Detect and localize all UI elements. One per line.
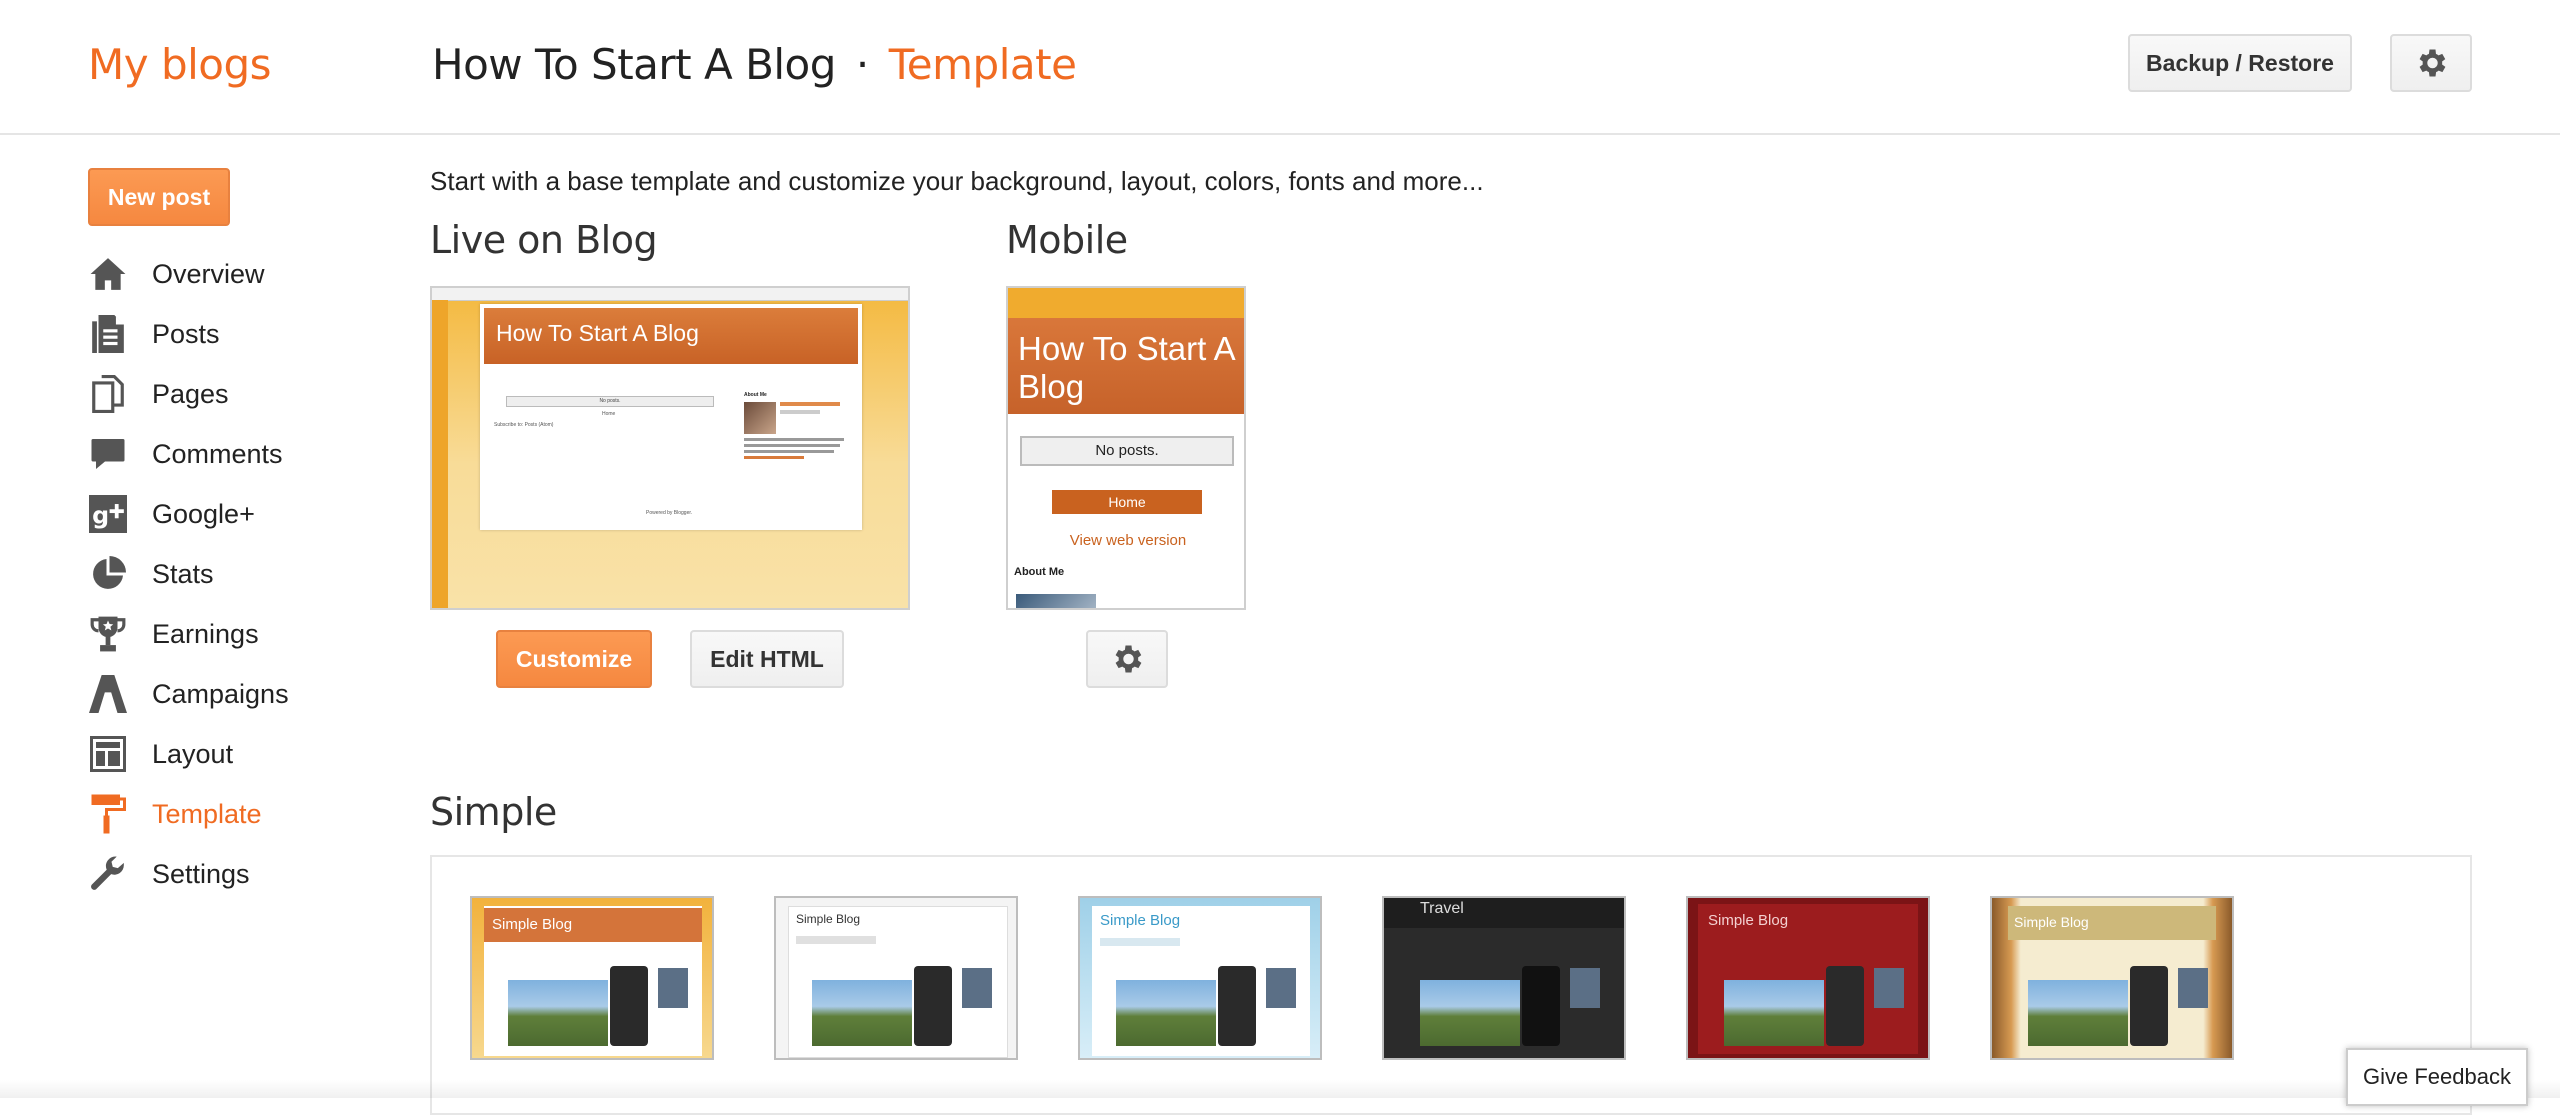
template-thumb-travel-dark[interactable]: Travel	[1382, 896, 1626, 1060]
new-post-button[interactable]: New post	[88, 168, 230, 226]
mobile-top-band	[1008, 288, 1244, 318]
sidebar-item-stats[interactable]: Stats	[88, 550, 214, 598]
section-name: Template	[888, 40, 1077, 89]
home-icon	[90, 258, 126, 290]
simple-heading: Simple	[430, 790, 557, 834]
trophy-icon	[90, 616, 126, 652]
mobile-about-me: About Me	[1014, 566, 1065, 578]
thumb-title: Simple Blog	[1708, 912, 1789, 929]
navbar-strip	[432, 288, 908, 301]
blog-header: How To Start A Blog	[484, 308, 858, 364]
thumb-title: Simple Blog	[1100, 912, 1181, 929]
sidebar-item-label: Campaigns	[152, 678, 289, 709]
template-thumb-simple-tan[interactable]: Simple Blog	[1990, 896, 2234, 1060]
sidebar-item-label: Earnings	[152, 618, 259, 649]
campaigns-icon	[89, 675, 127, 713]
backup-restore-button[interactable]: Backup / Restore	[2128, 34, 2352, 92]
no-posts-box: No posts.	[506, 396, 714, 407]
posts-icon	[92, 315, 124, 353]
sidebar-item-layout[interactable]: Layout	[88, 730, 233, 778]
mobile-no-posts: No posts.	[1020, 436, 1234, 466]
sidebar-item-campaigns[interactable]: Campaigns	[88, 670, 289, 718]
profile-photo	[744, 402, 776, 434]
view-web-version-link: View web version	[1069, 532, 1187, 549]
thumb-title: Simple Blog	[796, 912, 861, 926]
paint-roller-icon	[91, 794, 126, 834]
sidebar-item-label: Settings	[152, 858, 250, 889]
wrench-icon	[91, 856, 124, 890]
svg-text:g: g	[92, 502, 109, 530]
sidebar-item-pages[interactable]: Pages	[88, 370, 229, 418]
blog-name: How To Start A Blog	[432, 40, 836, 89]
left-stripe	[432, 300, 448, 608]
sidebar-item-posts[interactable]: Posts	[88, 310, 220, 358]
sidebar-item-label: Google+	[152, 498, 255, 529]
live-on-blog-heading: Live on Blog	[430, 218, 658, 262]
sidebar-item-label: Pages	[152, 378, 229, 409]
live-template-preview[interactable]: How To Start A Blog No posts. Home Subsc…	[430, 286, 910, 610]
powered-by: Powered by Blogger.	[646, 510, 693, 516]
layout-icon	[90, 736, 126, 772]
mobile-header: How To Start A Blog	[1008, 318, 1244, 414]
sidebar-item-label: Layout	[152, 738, 234, 769]
mobile-profile-photo	[1016, 594, 1096, 608]
sidebar-item-comments[interactable]: Comments	[88, 430, 283, 478]
settings-button[interactable]	[2390, 34, 2472, 92]
mobile-settings-button[interactable]	[1086, 630, 1168, 688]
blog-header-title: How To Start A Blog	[496, 320, 699, 346]
mobile-blog-title: How To Start A Blog	[1018, 330, 1234, 405]
edit-html-button[interactable]: Edit HTML	[690, 630, 844, 688]
template-thumb-simple-white[interactable]: Simple Blog	[774, 896, 1018, 1060]
template-thumb-simple-red[interactable]: Simple Blog	[1686, 896, 1930, 1060]
google-plus-icon: g	[89, 495, 127, 533]
give-feedback-button[interactable]: Give Feedback	[2346, 1048, 2528, 1106]
sidebar-item-settings[interactable]: Settings	[88, 850, 250, 898]
intro-text: Start with a base template and customize…	[430, 166, 1484, 196]
sidebar-item-label: Stats	[152, 558, 214, 589]
pie-chart-icon	[93, 556, 126, 589]
comment-icon	[91, 439, 125, 469]
home-link: Home	[602, 411, 616, 417]
mobile-home-button: Home	[1052, 490, 1202, 514]
my-blogs-link[interactable]: My blogs	[88, 40, 272, 89]
bottom-fade	[0, 1080, 2560, 1098]
mobile-heading: Mobile	[1006, 218, 1128, 262]
gear-icon	[1115, 645, 1142, 673]
top-bar: My blogs How To Start A Blog · Template Ba…	[0, 0, 2560, 135]
thumb-title: Simple Blog	[2014, 914, 2089, 930]
sidebar-item-overview[interactable]: Overview	[88, 250, 265, 298]
pages-icon	[92, 375, 124, 413]
thumb-title: Simple Blog	[492, 916, 573, 933]
sidebar-item-google-plus[interactable]: g Google+	[88, 490, 255, 538]
page-title: How To Start A Blog · Template	[432, 40, 1077, 89]
template-thumb-simple-orange[interactable]: Simple Blog	[470, 896, 714, 1060]
sidebar-item-earnings[interactable]: Earnings	[88, 610, 259, 658]
sidebar-item-label: Overview	[152, 258, 265, 289]
sidebar-item-label: Comments	[152, 438, 283, 469]
blog-body: How To Start A Blog No posts. Home Subsc…	[480, 304, 862, 530]
sidebar-item-label: Template	[152, 798, 262, 829]
customize-button[interactable]: Customize	[496, 630, 652, 688]
about-me-label: About Me	[744, 392, 767, 398]
mobile-template-preview[interactable]: How To Start A Blog No posts. Home View …	[1006, 286, 1246, 610]
sidebar-item-label: Posts	[152, 318, 220, 349]
sidebar-item-template[interactable]: Template	[88, 790, 262, 838]
subscribe-text: Subscribe to: Posts (Atom)	[494, 422, 554, 428]
title-separator: ·	[855, 40, 869, 89]
template-thumb-simple-blue[interactable]: Simple Blog	[1078, 896, 1322, 1060]
thumb-title: Travel	[1420, 900, 1464, 917]
gear-icon	[2419, 49, 2446, 77]
